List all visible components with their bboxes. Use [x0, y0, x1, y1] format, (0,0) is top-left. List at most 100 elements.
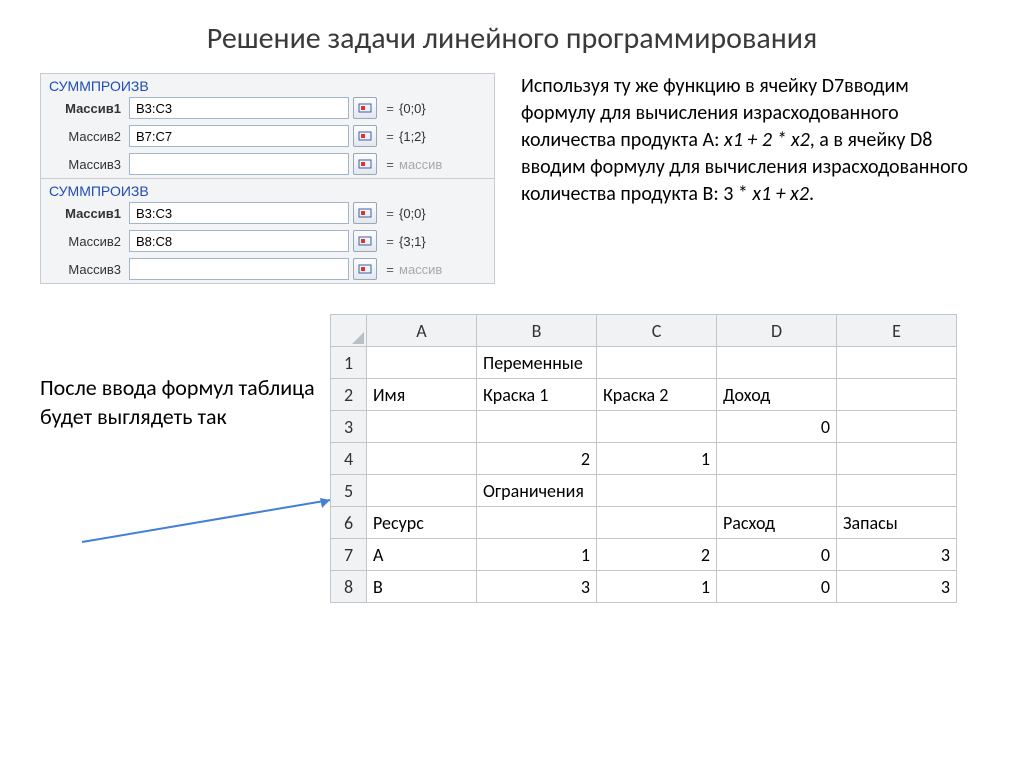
desc-formula: x1 + x2 — [752, 182, 809, 206]
arg-result: {0;0} — [395, 101, 426, 116]
col-header-C[interactable]: C — [597, 315, 717, 347]
arg-label: Массив2 — [49, 129, 129, 144]
cell[interactable]: A — [367, 539, 477, 571]
cell[interactable] — [597, 411, 717, 443]
table-row: 7 A 1 2 0 3 — [331, 539, 957, 571]
equals-label: = — [377, 101, 395, 116]
array3-input[interactable] — [129, 258, 349, 280]
cell[interactable] — [717, 475, 837, 507]
arg-row: Массив2 = {1;2} — [41, 122, 494, 150]
cell[interactable]: 2 — [597, 539, 717, 571]
collapse-refedit-icon[interactable] — [353, 258, 377, 280]
arg-result: {0;0} — [395, 206, 426, 221]
arg-result: массив — [395, 262, 442, 277]
cell[interactable]: 1 — [597, 571, 717, 603]
arg-label: Массив1 — [49, 101, 129, 116]
table-row: 5 Ограничения — [331, 475, 957, 507]
cell[interactable]: Ресурс — [367, 507, 477, 539]
function-name: СУММПРОИЗВ — [41, 74, 494, 94]
cell[interactable]: Краска 2 — [597, 379, 717, 411]
sumproduct-dialog-2: СУММПРОИЗВ Массив1 = {0;0} Массив2 = {3;… — [41, 179, 494, 283]
cell[interactable]: 3 — [837, 571, 957, 603]
function-name: СУММПРОИЗВ — [41, 179, 494, 199]
desc-part: . — [809, 182, 814, 206]
collapse-refedit-icon[interactable] — [353, 202, 377, 224]
cell[interactable] — [367, 475, 477, 507]
cell[interactable]: 0 — [717, 411, 837, 443]
cell[interactable] — [837, 379, 957, 411]
arg-result: {3;1} — [395, 234, 426, 249]
arg-row: Массив2 = {3;1} — [41, 227, 494, 255]
arg-label: Массив3 — [49, 262, 129, 277]
cell[interactable] — [837, 475, 957, 507]
cell[interactable]: B — [367, 571, 477, 603]
cell[interactable]: 3 — [477, 571, 597, 603]
row-header[interactable]: 3 — [331, 411, 367, 443]
col-header-E[interactable]: E — [837, 315, 957, 347]
cell[interactable] — [597, 507, 717, 539]
col-header-D[interactable]: D — [717, 315, 837, 347]
table-row: 2 Имя Краска 1 Краска 2 Доход — [331, 379, 957, 411]
collapse-refedit-icon[interactable] — [353, 125, 377, 147]
cell[interactable] — [367, 443, 477, 475]
cell[interactable]: Переменные — [477, 347, 597, 379]
cell[interactable] — [597, 347, 717, 379]
equals-label: = — [377, 129, 395, 144]
cell[interactable] — [837, 411, 957, 443]
cell[interactable] — [837, 443, 957, 475]
cell[interactable]: Расход — [717, 507, 837, 539]
arg-row: Массив1 = {0;0} — [41, 94, 494, 122]
arg-row: Массив1 = {0;0} — [41, 199, 494, 227]
array1-input[interactable] — [129, 202, 349, 224]
cell[interactable] — [597, 475, 717, 507]
row-header[interactable]: 2 — [331, 379, 367, 411]
row-header[interactable]: 1 — [331, 347, 367, 379]
table-row: 3 0 — [331, 411, 957, 443]
equals-label: = — [377, 234, 395, 249]
cell[interactable] — [477, 411, 597, 443]
function-args-panel: СУММПРОИЗВ Массив1 = {0;0} Массив2 = {1;… — [40, 73, 495, 284]
select-all-corner[interactable] — [331, 315, 367, 347]
collapse-refedit-icon[interactable] — [353, 230, 377, 252]
array3-input[interactable] — [129, 153, 349, 175]
note-text: После ввода формул таблица будет выгляде… — [40, 374, 320, 431]
cell[interactable] — [717, 443, 837, 475]
desc-formula: x1 + 2 * x2 — [724, 128, 810, 152]
array1-input[interactable] — [129, 97, 349, 119]
collapse-refedit-icon[interactable] — [353, 97, 377, 119]
cell[interactable]: Ограничения — [477, 475, 597, 507]
cell[interactable] — [367, 347, 477, 379]
col-header-B[interactable]: B — [477, 315, 597, 347]
cell[interactable]: 0 — [717, 539, 837, 571]
cell[interactable]: Запасы — [837, 507, 957, 539]
cell[interactable] — [367, 411, 477, 443]
arg-label: Массив1 — [49, 206, 129, 221]
cell[interactable] — [717, 347, 837, 379]
arg-label: Массив3 — [49, 157, 129, 172]
cell[interactable]: Имя — [367, 379, 477, 411]
arg-result: массив — [395, 157, 442, 172]
row-header[interactable]: 8 — [331, 571, 367, 603]
arg-row: Массив3 = массив — [41, 255, 494, 283]
table-row: 8 B 3 1 0 3 — [331, 571, 957, 603]
cell[interactable]: 1 — [597, 443, 717, 475]
cell[interactable]: 0 — [717, 571, 837, 603]
cell[interactable]: Краска 1 — [477, 379, 597, 411]
sumproduct-dialog-1: СУММПРОИЗВ Массив1 = {0;0} Массив2 = {1;… — [41, 74, 494, 179]
cell[interactable]: 3 — [837, 539, 957, 571]
col-header-A[interactable]: A — [367, 315, 477, 347]
cell[interactable]: Доход — [717, 379, 837, 411]
arg-row: Массив3 = массив — [41, 150, 494, 178]
description-text: Используя ту же функцию в ячейку D7вводи… — [521, 73, 984, 208]
array2-input[interactable] — [129, 230, 349, 252]
cell[interactable]: 1 — [477, 539, 597, 571]
cell[interactable] — [837, 347, 957, 379]
arg-label: Массив2 — [49, 234, 129, 249]
cell[interactable]: 2 — [477, 443, 597, 475]
cell[interactable] — [477, 507, 597, 539]
table-row: 4 2 1 — [331, 443, 957, 475]
row-header[interactable]: 4 — [331, 443, 367, 475]
array2-input[interactable] — [129, 125, 349, 147]
spreadsheet-table: A B C D E 1 Переменные 2 Имя Краска 1 Кр… — [330, 314, 957, 603]
collapse-refedit-icon[interactable] — [353, 153, 377, 175]
